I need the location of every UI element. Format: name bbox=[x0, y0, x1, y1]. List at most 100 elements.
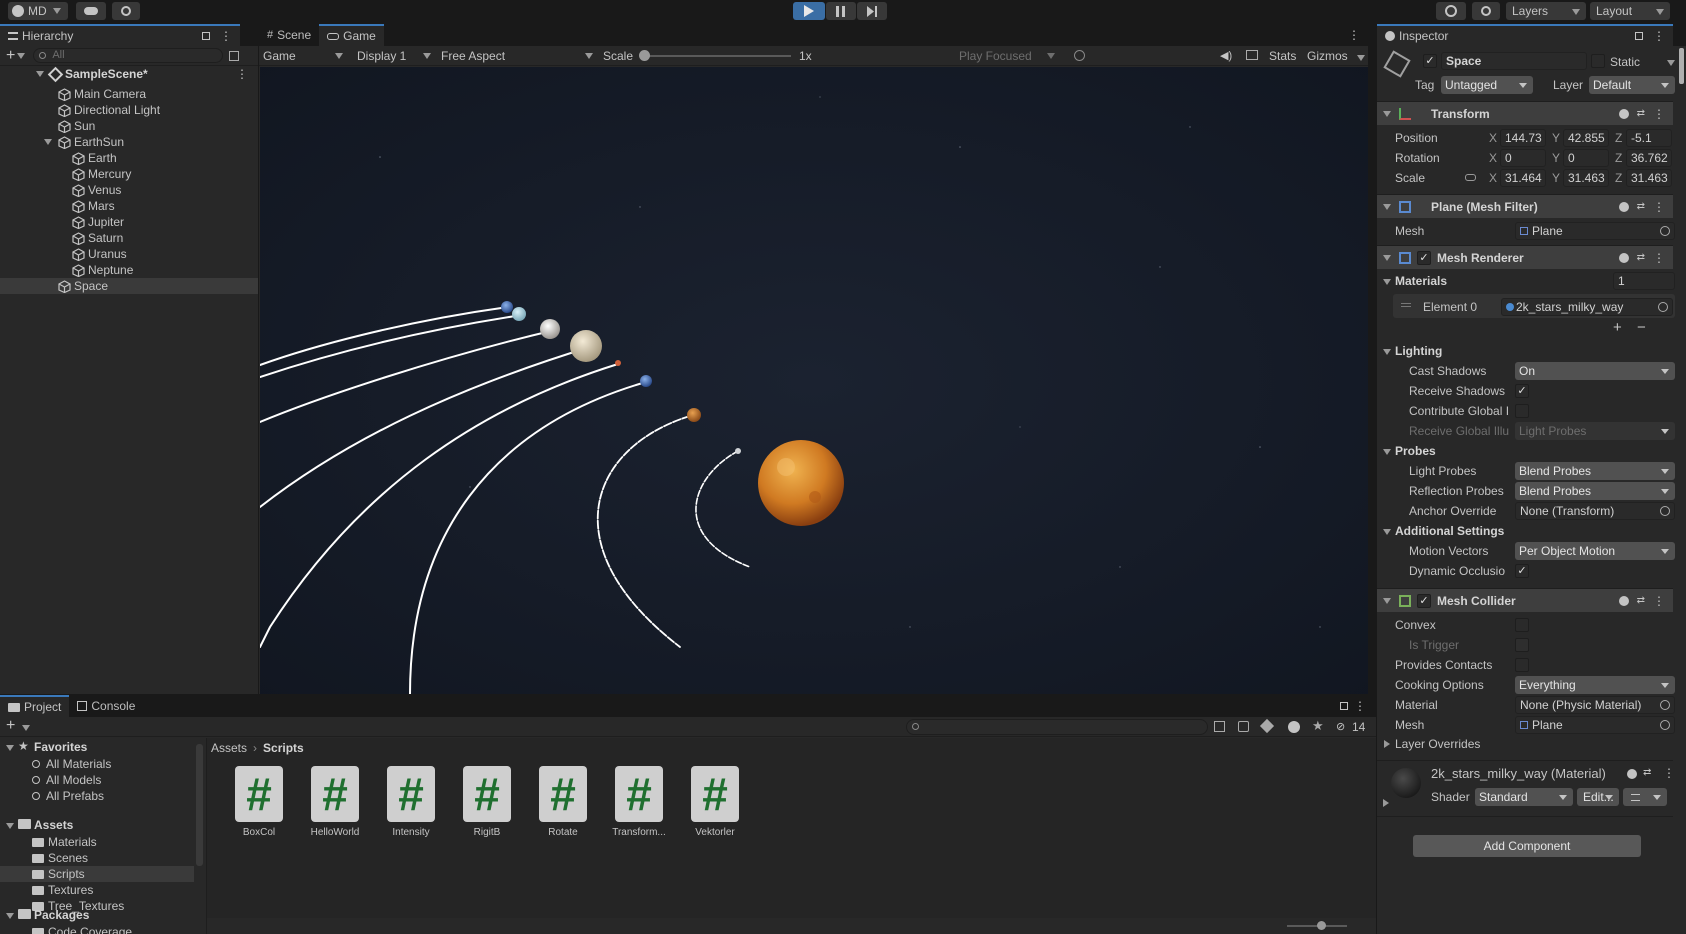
hidden-packages-icon[interactable]: ⊘ bbox=[1336, 720, 1345, 733]
tree-item-materials[interactable]: Materials bbox=[0, 834, 194, 850]
script-asset[interactable]: # BoxCol bbox=[224, 766, 294, 838]
account-dropdown[interactable]: MD bbox=[8, 2, 68, 20]
layout-dropdown[interactable]: Layout bbox=[1590, 2, 1670, 20]
shader-options-dropdown[interactable] bbox=[1623, 788, 1667, 806]
game-viewport[interactable] bbox=[260, 67, 1368, 694]
hierarchy-item-main-camera[interactable]: Main Camera bbox=[0, 86, 258, 102]
history-button[interactable] bbox=[1436, 2, 1466, 20]
more-icon[interactable]: ⋮ bbox=[236, 67, 248, 81]
tree-item-textures[interactable]: Textures bbox=[0, 882, 194, 898]
position-x-field[interactable]: 144.73 bbox=[1500, 129, 1546, 147]
add-icon[interactable]: + bbox=[6, 47, 15, 65]
audio-icon[interactable]: ◀) bbox=[1220, 49, 1232, 62]
receive-shadows-checkbox[interactable]: ✓ bbox=[1515, 384, 1529, 398]
scale-z-field[interactable]: 31.463 bbox=[1626, 169, 1672, 187]
constrain-proportions-icon[interactable] bbox=[1465, 174, 1476, 181]
project-search-input[interactable] bbox=[906, 719, 1208, 735]
layer-overrides-foldout[interactable]: Layer Overrides bbox=[1395, 737, 1480, 751]
probes-foldout[interactable]: Probes bbox=[1395, 444, 1436, 458]
tab-console[interactable]: Console bbox=[69, 695, 143, 717]
mesh-object-field[interactable]: Plane bbox=[1515, 222, 1675, 240]
tree-item-scripts[interactable]: Scripts bbox=[0, 866, 194, 882]
add-icon[interactable]: + bbox=[6, 717, 15, 735]
tree-item-code-coverage[interactable]: Code Coverage bbox=[0, 924, 194, 934]
breadcrumb-assets[interactable]: Assets bbox=[211, 741, 247, 755]
bug-icon[interactable] bbox=[1074, 50, 1085, 61]
hierarchy-item-earthsun[interactable]: EarthSun bbox=[0, 134, 258, 150]
lock-icon[interactable] bbox=[1340, 702, 1348, 710]
rotation-x-field[interactable]: 0 bbox=[1500, 149, 1546, 167]
object-picker-icon[interactable] bbox=[1660, 506, 1670, 516]
scrollbar[interactable] bbox=[1679, 48, 1684, 84]
rotation-z-field[interactable]: 36.762 bbox=[1626, 149, 1672, 167]
collider-enabled-checkbox[interactable]: ✓ bbox=[1417, 593, 1431, 608]
additional-settings-foldout[interactable]: Additional Settings bbox=[1395, 524, 1504, 538]
scene-root[interactable]: SampleScene* ⋮ bbox=[0, 66, 258, 82]
mesh-filter-header[interactable]: Plane (Mesh Filter) ⇄ ⋮ bbox=[1377, 194, 1673, 218]
lock-icon[interactable] bbox=[1635, 32, 1643, 40]
breadcrumb-scripts[interactable]: Scripts bbox=[263, 741, 304, 755]
renderer-enabled-checkbox[interactable]: ✓ bbox=[1417, 250, 1431, 265]
object-picker-icon[interactable] bbox=[1658, 302, 1668, 312]
search-button[interactable] bbox=[1472, 2, 1500, 20]
active-checkbox[interactable]: ✓ bbox=[1423, 54, 1437, 68]
remove-element-button[interactable]: − bbox=[1637, 319, 1646, 336]
more-icon[interactable]: ⋮ bbox=[1354, 695, 1366, 717]
chevron-down-icon[interactable] bbox=[17, 52, 26, 59]
collapse-arrow-icon[interactable] bbox=[1383, 254, 1391, 261]
alert-icon[interactable] bbox=[1288, 721, 1300, 733]
collider-mesh-field[interactable]: Plane bbox=[1515, 716, 1675, 734]
more-icon[interactable]: ⋮ bbox=[1653, 251, 1665, 265]
display-dropdown[interactable]: Display 1 bbox=[357, 48, 435, 64]
object-name-field[interactable]: Space bbox=[1441, 52, 1587, 70]
preset-icon[interactable]: ⇄ bbox=[1643, 767, 1651, 778]
play-focused-dropdown[interactable]: Play Focused bbox=[959, 48, 1059, 64]
lighting-foldout[interactable]: Lighting bbox=[1395, 344, 1442, 358]
script-asset[interactable]: # Rotate bbox=[528, 766, 598, 838]
collab-button[interactable] bbox=[112, 2, 140, 20]
reflection-probes-dropdown[interactable]: Blend Probes bbox=[1515, 482, 1675, 500]
help-icon[interactable] bbox=[1618, 252, 1629, 263]
collapse-arrow-icon[interactable] bbox=[1383, 203, 1391, 210]
collapse-arrow-icon[interactable] bbox=[6, 745, 14, 751]
more-icon[interactable]: ⋮ bbox=[1663, 766, 1675, 780]
play-button[interactable] bbox=[793, 2, 825, 20]
scale-y-field[interactable]: 31.463 bbox=[1563, 169, 1609, 187]
scale-x-field[interactable]: 31.464 bbox=[1500, 169, 1546, 187]
script-asset[interactable]: # Intensity bbox=[376, 766, 446, 838]
scene-visibility-icon[interactable] bbox=[229, 50, 240, 61]
position-z-field[interactable]: -5.1 bbox=[1626, 129, 1672, 147]
hierarchy-item-jupiter[interactable]: Jupiter bbox=[0, 214, 258, 230]
position-y-field[interactable]: 42.855 bbox=[1563, 129, 1609, 147]
tab-game[interactable]: Game bbox=[319, 24, 384, 46]
help-icon[interactable] bbox=[1618, 108, 1629, 119]
step-button[interactable] bbox=[857, 2, 887, 20]
hierarchy-item-space[interactable]: Space bbox=[0, 278, 258, 294]
anchor-override-field[interactable]: None (Transform) bbox=[1515, 502, 1675, 520]
hierarchy-item-mercury[interactable]: Mercury bbox=[0, 166, 258, 182]
object-picker-icon[interactable] bbox=[1660, 720, 1670, 730]
add-component-button[interactable]: Add Component bbox=[1413, 835, 1641, 857]
tab-inspector[interactable]: Inspector ⋮ bbox=[1377, 24, 1673, 46]
tab-scene[interactable]: # Scene bbox=[259, 24, 319, 46]
help-icon[interactable] bbox=[1618, 201, 1629, 212]
chevron-down-icon[interactable] bbox=[1357, 55, 1365, 61]
tree-item-all-prefabs[interactable]: All Prefabs bbox=[0, 788, 194, 804]
hierarchy-item-saturn[interactable]: Saturn bbox=[0, 230, 258, 246]
hierarchy-item-sun[interactable]: Sun bbox=[0, 118, 258, 134]
slider-handle[interactable] bbox=[639, 50, 650, 61]
tree-item-all-models[interactable]: All Models bbox=[0, 772, 194, 788]
hierarchy-item-earth[interactable]: Earth bbox=[0, 150, 258, 166]
expand-arrow-icon[interactable] bbox=[1383, 799, 1389, 807]
collapse-arrow-icon[interactable] bbox=[6, 823, 14, 829]
collider-material-field[interactable]: None (Physic Material) bbox=[1515, 696, 1675, 714]
collapse-arrow-icon[interactable] bbox=[1383, 529, 1391, 535]
more-icon[interactable]: ⋮ bbox=[1348, 24, 1360, 46]
lock-icon[interactable] bbox=[202, 32, 210, 40]
collapse-arrow-icon[interactable] bbox=[1383, 110, 1391, 117]
preset-icon[interactable]: ⇄ bbox=[1637, 201, 1645, 212]
packages-foldout[interactable]: Packages bbox=[34, 908, 89, 922]
expand-arrow-icon[interactable] bbox=[44, 139, 52, 145]
tag-dropdown[interactable]: Untagged bbox=[1441, 76, 1533, 94]
mesh-collider-header[interactable]: ✓ Mesh Collider ⇄ ⋮ bbox=[1377, 588, 1673, 612]
